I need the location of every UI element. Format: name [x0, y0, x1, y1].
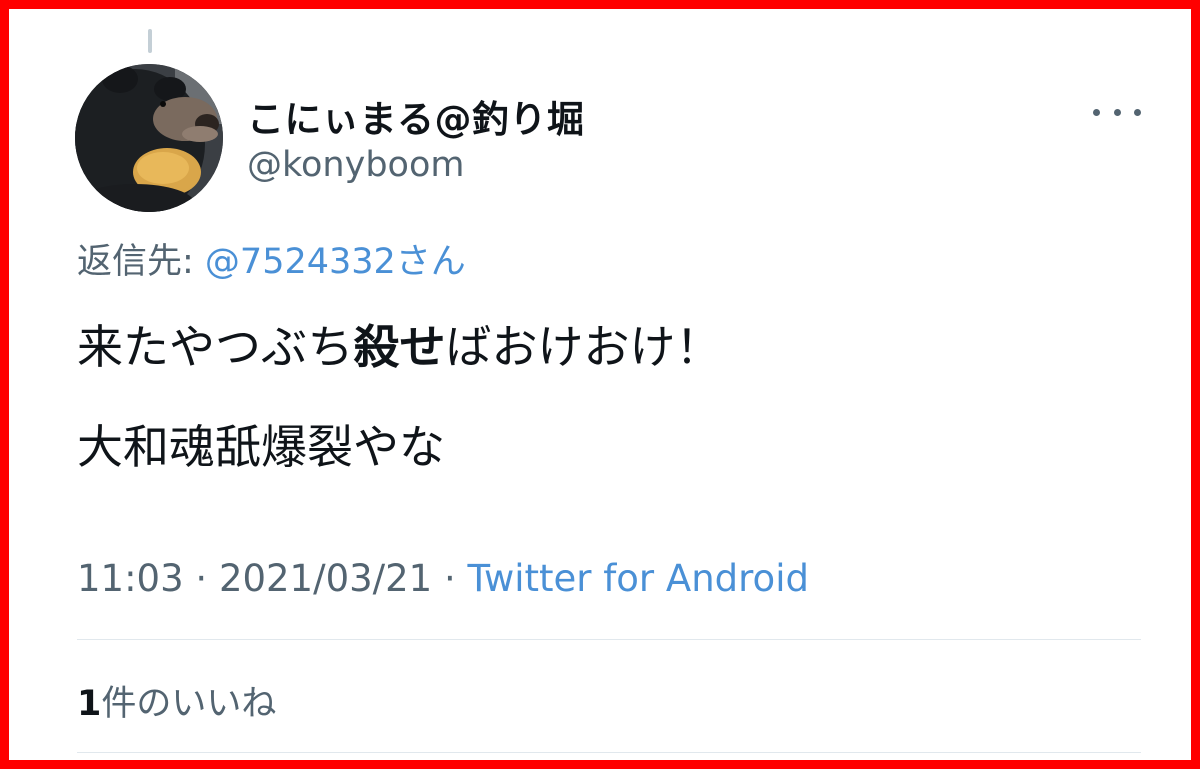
author-handle[interactable]: @konyboom: [247, 145, 464, 185]
tweet-text-segment: ばおけおけ！: [445, 320, 722, 374]
tweet-text-line-1: 来たやつぶち殺せばおけおけ！: [77, 311, 721, 377]
meta-separator: ·: [432, 557, 468, 600]
thread-connector-line: [148, 29, 152, 53]
divider: [77, 752, 1141, 753]
reply-to: 返信先: @7524332さん: [77, 233, 466, 284]
reply-to-prefix: 返信先:: [77, 242, 205, 282]
likes-label: 件のいいね: [101, 684, 277, 724]
more-dot: [1113, 108, 1121, 116]
screenshot-frame: こにぃまる@釣り堀 @konyboom 返信先: @7524332さん 来たやつ…: [0, 0, 1200, 769]
tweet-metadata: 11:03 · 2021/03/21 · Twitter for Android: [77, 557, 809, 600]
avatar[interactable]: [75, 64, 223, 212]
tweet-text-segment: 来たやつぶち: [77, 320, 354, 374]
likes-link[interactable]: 1件のいいね: [77, 675, 276, 726]
tweet-text-line-2: 大和魂舐爆裂やな: [77, 420, 445, 474]
more-horizontal-icon: [1093, 108, 1100, 116]
black-bear-avatar-icon: [75, 64, 223, 212]
tweet-time[interactable]: 11:03: [77, 557, 184, 600]
more-dot: [1134, 108, 1141, 116]
likes-count: 1: [77, 684, 102, 724]
tweet-date[interactable]: 2021/03/21: [219, 557, 432, 600]
author-display-name[interactable]: こにぃまる@釣り堀: [247, 89, 585, 143]
more-options-button[interactable]: [1093, 97, 1141, 127]
tweet-text-bold-segment: 殺せ: [353, 320, 446, 374]
divider: [77, 639, 1141, 640]
meta-separator: ·: [183, 557, 219, 600]
tweet-source-link[interactable]: Twitter for Android: [468, 557, 809, 600]
reply-to-mention-link[interactable]: @7524332さん: [205, 242, 466, 282]
